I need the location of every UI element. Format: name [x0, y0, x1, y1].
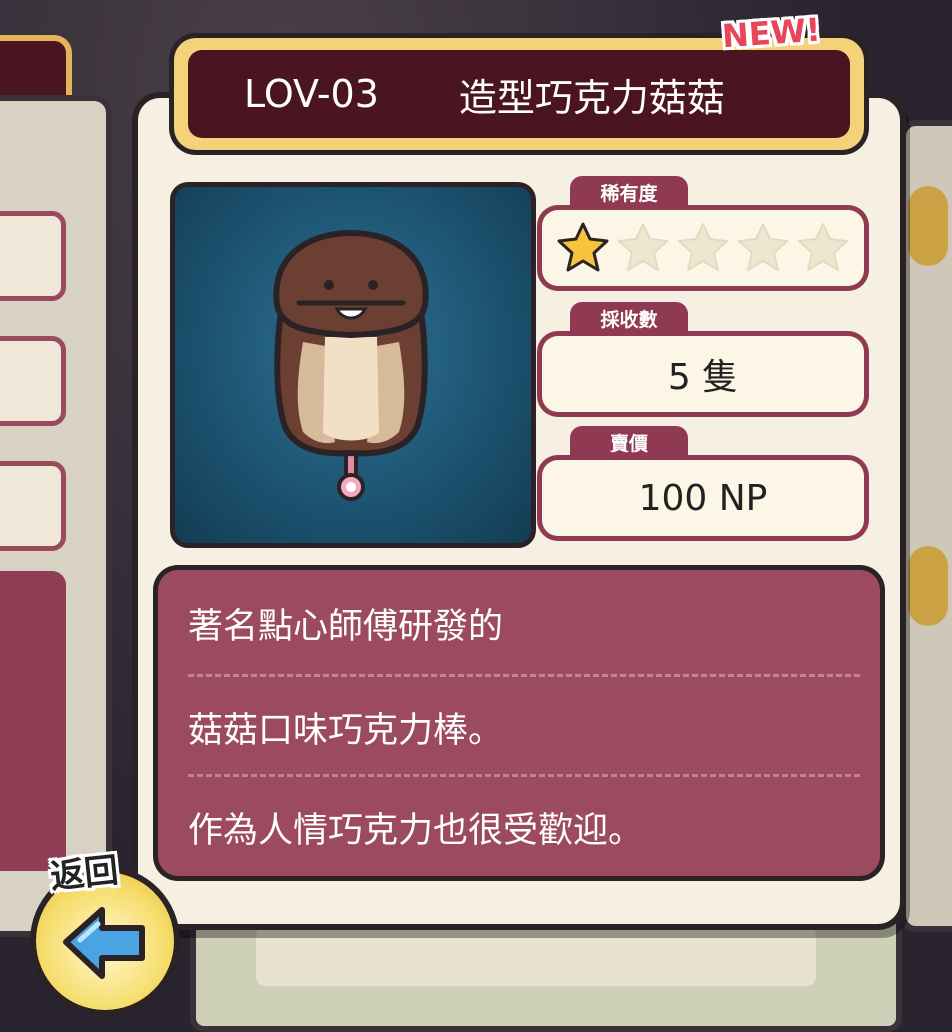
background-coin	[908, 546, 948, 626]
item-description: 著名點心師傅研發的 菇菇口味巧克力棒。 作為人情巧克力也很受歡迎。	[158, 570, 880, 876]
star-empty-icon	[678, 223, 728, 271]
background-card-left	[0, 95, 112, 937]
description-line: 作為人情巧克力也很受歡迎。	[188, 811, 644, 851]
star-empty-icon	[618, 223, 668, 271]
price-label: 賣價	[570, 426, 688, 460]
collected-box: 5 隻	[542, 336, 864, 412]
back-button-label[interactable]: 返回	[48, 843, 121, 899]
star-filled-icon	[557, 222, 609, 272]
title-plate: LOV-03 造型巧克力菇菇	[174, 38, 864, 150]
mushroom-chocolate-icon	[273, 229, 429, 501]
item-name: 造型巧克力菇菇	[458, 75, 725, 120]
background-slot	[0, 211, 66, 301]
background-slot	[0, 461, 66, 551]
divider	[188, 674, 860, 677]
new-badge: NEW!	[720, 10, 822, 56]
price-value: 100 NP	[638, 477, 768, 519]
divider	[188, 774, 860, 777]
collected-value: 5 隻	[667, 357, 739, 398]
item-code: LOV-03	[244, 72, 379, 116]
background-slot	[0, 336, 66, 426]
item-portrait	[170, 182, 536, 548]
star-empty-icon	[738, 223, 788, 271]
rarity-label: 稀有度	[570, 176, 688, 210]
background-description	[0, 571, 66, 871]
background-card-right	[900, 120, 952, 932]
description-line: 著名點心師傅研發的	[188, 607, 504, 647]
background-coin	[908, 186, 948, 266]
rarity-stars	[555, 220, 851, 276]
price-box: 100 NP	[542, 460, 864, 536]
background-bottom-panel	[190, 910, 902, 1032]
description-line: 菇菇口味巧克力棒。	[188, 711, 504, 751]
collected-label: 採收數	[570, 302, 688, 336]
star-empty-icon	[798, 223, 848, 271]
rarity-box	[542, 210, 864, 286]
